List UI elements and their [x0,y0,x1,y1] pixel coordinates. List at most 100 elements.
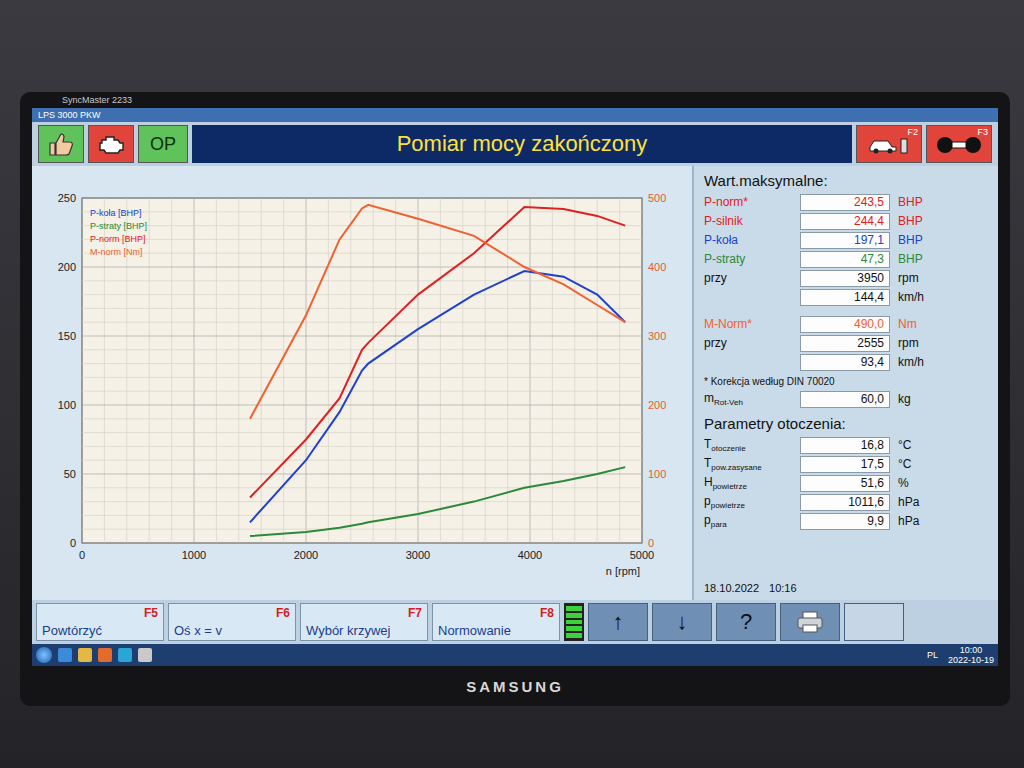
value-field: 47,3 [800,251,890,268]
value-label: przy [704,336,800,350]
nav-button[interactable]: ↓ [652,603,712,641]
left-tick: 100 [58,399,76,411]
grid-line [350,198,351,543]
folder-icon[interactable] [78,648,92,662]
thumb-up-icon [46,131,76,157]
ambient-row: Tpow.zasysane17,5°C [704,455,988,473]
grid-line [82,460,642,461]
value-label: P-koła [704,233,800,247]
ambient-field: 51,6 [800,475,890,492]
value-row: 144,4km/h [704,288,988,306]
ambient-label: Hpowietrze [704,475,800,491]
ambient-row: ppara9,9hPa [704,512,988,530]
roller-button[interactable]: F3 [926,125,992,163]
grid-line [82,501,642,502]
window-title: LPS 3000 PKW [38,110,101,120]
grid-line [238,198,239,543]
grid-line [306,198,307,543]
indicator-segment [566,626,582,631]
left-tick: 150 [58,330,76,342]
left-tick: 0 [70,537,76,549]
media-icon[interactable] [98,648,112,662]
app-icon[interactable] [138,648,152,662]
torque-group: M-Norm*490,0Nmprzy2555rpm93,4km/h [704,315,988,371]
value-field: 197,1 [800,232,890,249]
value-row: P-straty47,3BHP [704,250,988,268]
series-line [250,205,625,419]
indicator-segment [566,606,582,611]
indicator-segment [566,620,582,625]
window-titlebar: LPS 3000 PKW [32,108,998,122]
grid-line [261,198,262,543]
value-unit: BHP [890,214,923,228]
right-tick: 300 [648,330,666,342]
ambient-label: Tpow.zasysane [704,456,800,472]
lift-button[interactable]: F2 [856,125,922,163]
grid-line [507,198,508,543]
rollers-icon [934,133,984,155]
grid-line [82,308,642,309]
value-field: 244,4 [800,213,890,230]
x-tick: 0 [79,549,85,561]
grid-line [283,198,284,543]
system-tray: PL 10:002022-10-19 [927,645,994,665]
value-row: P-silnik244,4BHP [704,212,988,230]
engine-button[interactable] [88,125,134,163]
date: 18.10.2022 [704,582,759,594]
legend-item: P-norm [BHP] [90,234,146,244]
ambient-label: ppowietrze [704,494,800,510]
function-key: F7 [408,606,422,638]
grid-line [328,198,329,543]
grid-line [82,487,642,488]
grid-line [194,198,195,543]
grid-line [82,446,642,447]
mass-label: mRot-Veh [704,391,800,407]
function-button[interactable]: NormowanieF8 [432,603,560,641]
explorer-icon[interactable] [58,648,72,662]
engine-icon [96,132,126,156]
x-tick: 2000 [294,549,318,561]
print-button[interactable] [780,603,840,641]
screen: LPS 3000 PKWOPPomiar mocy zakończonyF2F3… [32,108,998,666]
value-row: M-Norm*490,0Nm [704,315,988,333]
start-button[interactable] [36,647,52,663]
function-button[interactable]: Oś x = vF6 [168,603,296,641]
grid-line [216,198,217,543]
grid-line [82,529,642,530]
value-row: przy2555rpm [704,334,988,352]
function-button[interactable]: PowtórzyćF5 [36,603,164,641]
room: SyncMaster 2233LPS 3000 PKWOPPomiar mocy… [0,0,1024,768]
function-label: Wybór krzywej [306,623,390,638]
function-button[interactable]: Wybór krzywej F7 [300,603,428,641]
ambient-unit: hPa [890,495,919,509]
op-button[interactable]: OP [138,125,188,163]
value-field: 93,4 [800,354,890,371]
grid-line [82,405,642,406]
grid-line [82,363,642,364]
grid-line [82,474,642,475]
value-unit: BHP [890,195,923,209]
right-tick: 0 [648,537,654,549]
ambient-unit: hPa [890,514,919,528]
language[interactable]: PL [927,650,938,660]
grid-line [642,198,643,543]
ok-button[interactable] [38,125,84,163]
x-tick: 4000 [518,549,542,561]
grid-line [82,198,642,199]
value-unit: km/h [890,290,924,304]
value-row: przy3950rpm [704,269,988,287]
nav-button[interactable]: ? [716,603,776,641]
grid-line [440,198,441,543]
legend-item: P-straty [BHP] [90,221,147,231]
bezel-top: SyncMaster 2233 [32,92,998,108]
browser-icon[interactable] [118,648,132,662]
series-line [250,467,625,536]
grid-line [82,253,642,254]
clock[interactable]: 10:002022-10-19 [948,645,994,665]
chart-panel: 0501001502002500100200300400500010002000… [32,166,694,600]
grid-line [619,198,620,543]
nav-button[interactable]: ↑ [588,603,648,641]
blank-button[interactable] [844,603,904,641]
function-label: Powtórzyć [42,623,102,638]
grid-line [82,391,642,392]
